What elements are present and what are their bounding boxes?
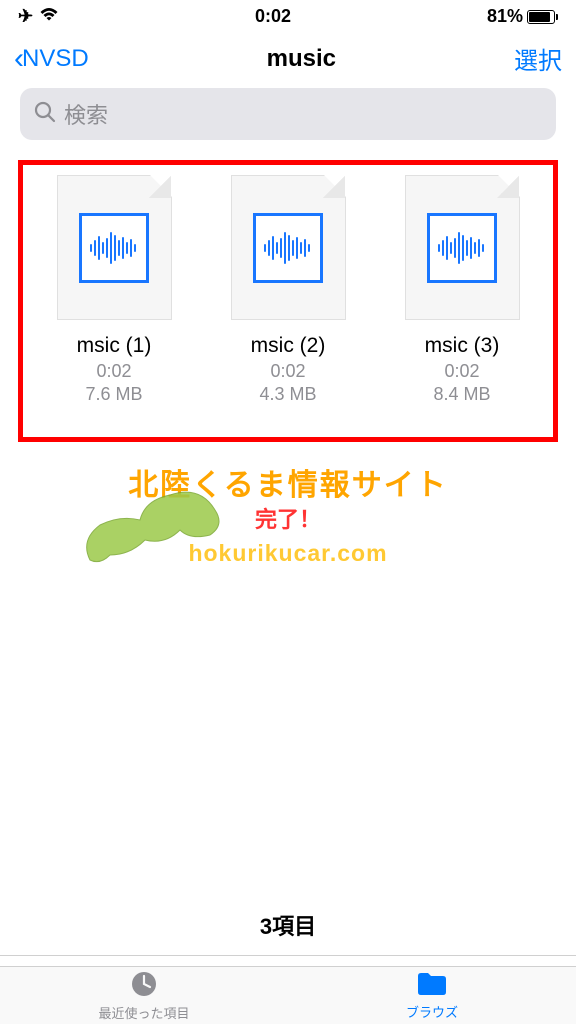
nav-bar: ‹ NVSD music 選択 — [0, 33, 576, 88]
highlight-annotation: msic (1) 0:02 7.6 MB msic (2) 0:02 4.3 M… — [18, 160, 558, 442]
file-name: msic (3) — [425, 334, 500, 358]
file-thumbnail — [231, 175, 346, 320]
file-name: msic (2) — [251, 334, 326, 358]
tab-label: ブラウズ — [406, 1002, 458, 1021]
airplane-mode-icon: ✈ — [18, 6, 33, 27]
tab-browse[interactable]: ブラウズ — [288, 967, 576, 1024]
file-thumbnail — [405, 175, 520, 320]
status-time: 0:02 — [255, 6, 291, 27]
status-bar: ✈ 0:02 81% — [0, 0, 576, 33]
folder-icon — [416, 971, 448, 1000]
back-button[interactable]: ‹ NVSD — [14, 42, 89, 76]
select-button[interactable]: 選択 — [514, 41, 562, 76]
item-count: 3項目 — [0, 909, 576, 956]
tab-bar: 最近使った項目 ブラウズ — [0, 966, 576, 1024]
watermark: 北陸くるま情報サイト 完了！ hokurikucar.com — [40, 460, 536, 567]
watermark-shape-icon — [70, 470, 250, 590]
battery-icon — [527, 10, 558, 24]
wifi-icon — [39, 6, 59, 27]
watermark-text1: 北陸くるま情報サイト — [40, 460, 536, 504]
back-label: NVSD — [22, 45, 89, 73]
file-item[interactable]: msic (2) 0:02 4.3 MB — [205, 175, 371, 407]
audio-icon — [253, 213, 323, 283]
audio-icon — [427, 213, 497, 283]
file-item[interactable]: msic (3) 0:02 8.4 MB — [379, 175, 545, 407]
battery-percent: 81% — [487, 6, 523, 27]
file-meta: 0:02 8.4 MB — [433, 360, 490, 407]
watermark-done: 完了！ — [40, 502, 536, 534]
page-title: music — [267, 45, 336, 73]
file-item[interactable]: msic (1) 0:02 7.6 MB — [31, 175, 197, 407]
tab-label: 最近使った項目 — [98, 1003, 189, 1022]
file-meta: 0:02 7.6 MB — [85, 360, 142, 407]
search-input[interactable]: 検索 — [20, 88, 556, 140]
file-name: msic (1) — [77, 334, 152, 358]
audio-icon — [79, 213, 149, 283]
search-icon — [34, 101, 56, 128]
file-thumbnail — [57, 175, 172, 320]
watermark-text2: hokurikucar.com — [40, 540, 536, 567]
search-placeholder: 検索 — [64, 98, 108, 130]
clock-icon — [130, 970, 158, 1001]
tab-recent[interactable]: 最近使った項目 — [0, 967, 288, 1024]
file-meta: 0:02 4.3 MB — [259, 360, 316, 407]
